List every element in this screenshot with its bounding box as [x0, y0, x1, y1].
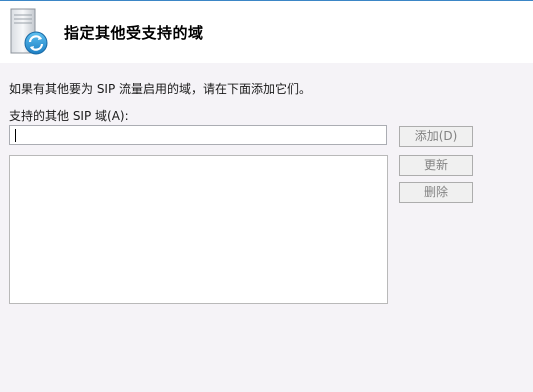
domain-field-label: 支持的其他 SIP 域(A):	[9, 109, 129, 123]
domain-list[interactable]	[9, 155, 388, 304]
wizard-header: 指定其他受支持的域	[0, 1, 533, 63]
server-sync-icon	[10, 8, 48, 55]
domain-input[interactable]	[9, 125, 387, 145]
update-button[interactable]: 更新	[399, 155, 473, 176]
text-caret	[15, 129, 16, 142]
add-button[interactable]: 添加(D)	[399, 126, 473, 147]
page-title: 指定其他受支持的域	[64, 24, 204, 42]
delete-button[interactable]: 删除	[399, 182, 473, 203]
description-text: 如果有其他要为 SIP 流量启用的域，请在下面添加它们。	[9, 82, 312, 96]
